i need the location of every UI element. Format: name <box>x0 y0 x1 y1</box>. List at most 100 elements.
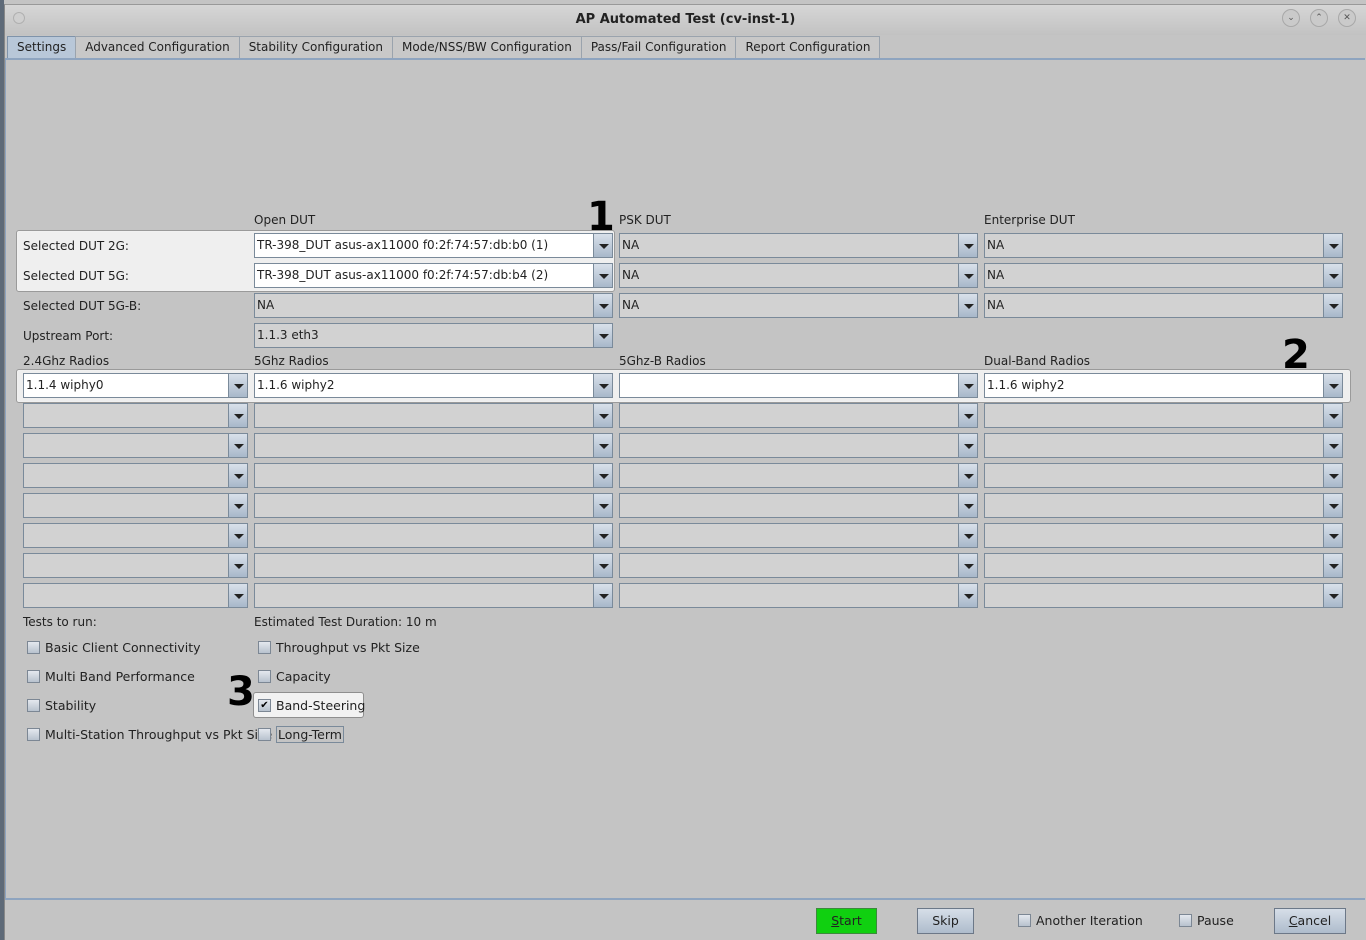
chevron-down-icon[interactable] <box>593 404 612 427</box>
test-band-steering[interactable]: ✔ Band-Steering <box>258 698 365 713</box>
dut-5gb-enterprise-select[interactable]: NA <box>984 293 1343 318</box>
test-basic-client-connectivity[interactable]: Basic Client Connectivity <box>27 640 201 655</box>
pause-checkbox[interactable]: Pause <box>1179 913 1234 928</box>
upstream-port-select[interactable]: 1.1.3 eth3 <box>254 323 613 348</box>
radio-r5-select-8[interactable] <box>254 583 613 608</box>
dut-5gb-open-select[interactable]: NA <box>254 293 613 318</box>
radio-r5b-select-6[interactable] <box>619 523 978 548</box>
radio-r5-select-1[interactable]: 1.1.6 wiphy2 <box>254 373 613 398</box>
radio-r5b-select-4[interactable] <box>619 463 978 488</box>
test-multi-station-throughput[interactable]: Multi-Station Throughput vs Pkt Size <box>27 727 272 742</box>
chevron-down-icon[interactable] <box>1323 584 1342 607</box>
tab-settings[interactable]: Settings <box>7 36 77 58</box>
checkbox[interactable] <box>27 728 40 741</box>
checkbox[interactable] <box>258 670 271 683</box>
radio-r5b-select-2[interactable] <box>619 403 978 428</box>
minimize-icon[interactable]: ⌄ <box>1282 9 1300 27</box>
radio-dual-select-4[interactable] <box>984 463 1343 488</box>
radio-r5-select-7[interactable] <box>254 553 613 578</box>
dut-5g-open-select[interactable]: TR-398_DUT asus-ax11000 f0:2f:74:57:db:b… <box>254 263 613 288</box>
tab-pass-fail-configuration[interactable]: Pass/Fail Configuration <box>580 36 737 58</box>
maximize-icon[interactable]: ⌃ <box>1310 9 1328 27</box>
test-capacity[interactable]: Capacity <box>258 669 331 684</box>
chevron-down-icon[interactable] <box>593 464 612 487</box>
chevron-down-icon[interactable] <box>593 374 612 397</box>
chevron-down-icon[interactable] <box>958 404 977 427</box>
radio-r5b-select-8[interactable] <box>619 583 978 608</box>
another-iteration-checkbox[interactable]: Another Iteration <box>1018 913 1143 928</box>
chevron-down-icon[interactable] <box>228 524 247 547</box>
tab-report-configuration[interactable]: Report Configuration <box>735 36 881 58</box>
chevron-down-icon[interactable] <box>1323 524 1342 547</box>
close-icon[interactable]: ✕ <box>1338 9 1356 27</box>
chevron-down-icon[interactable] <box>1323 554 1342 577</box>
checkbox[interactable] <box>27 641 40 654</box>
radio-r24-select-1[interactable]: 1.1.4 wiphy0 <box>23 373 248 398</box>
checkbox-checked[interactable]: ✔ <box>258 699 271 712</box>
radio-r5b-select-1[interactable] <box>619 373 978 398</box>
chevron-down-icon[interactable] <box>958 464 977 487</box>
tab-stability-configuration[interactable]: Stability Configuration <box>238 36 393 58</box>
chevron-down-icon[interactable] <box>1323 234 1342 257</box>
chevron-down-icon[interactable] <box>958 264 977 287</box>
chevron-down-icon[interactable] <box>593 294 612 317</box>
test-long-term[interactable]: Long-Term <box>258 726 344 743</box>
radio-r24-select-6[interactable] <box>23 523 248 548</box>
chevron-down-icon[interactable] <box>228 404 247 427</box>
chevron-down-icon[interactable] <box>593 434 612 457</box>
chevron-down-icon[interactable] <box>228 554 247 577</box>
skip-button[interactable]: Skip <box>917 908 974 934</box>
chevron-down-icon[interactable] <box>958 294 977 317</box>
chevron-down-icon[interactable] <box>958 374 977 397</box>
radio-r5b-select-7[interactable] <box>619 553 978 578</box>
test-multi-band-performance[interactable]: Multi Band Performance <box>27 669 195 684</box>
radio-dual-select-7[interactable] <box>984 553 1343 578</box>
start-button[interactable]: Start <box>816 908 877 934</box>
tab-advanced-configuration[interactable]: Advanced Configuration <box>75 36 240 58</box>
chevron-down-icon[interactable] <box>228 464 247 487</box>
cancel-button[interactable]: Cancel <box>1274 908 1346 934</box>
radio-r5b-select-3[interactable] <box>619 433 978 458</box>
chevron-down-icon[interactable] <box>228 494 247 517</box>
chevron-down-icon[interactable] <box>1323 404 1342 427</box>
chevron-down-icon[interactable] <box>228 374 247 397</box>
radio-r5-select-4[interactable] <box>254 463 613 488</box>
checkbox[interactable] <box>27 699 40 712</box>
dut-2g-open-select[interactable]: TR-398_DUT asus-ax11000 f0:2f:74:57:db:b… <box>254 233 613 258</box>
chevron-down-icon[interactable] <box>593 524 612 547</box>
radio-r5-select-6[interactable] <box>254 523 613 548</box>
chevron-down-icon[interactable] <box>1323 374 1342 397</box>
checkbox[interactable] <box>27 670 40 683</box>
chevron-down-icon[interactable] <box>593 554 612 577</box>
chevron-down-icon[interactable] <box>1323 264 1342 287</box>
chevron-down-icon[interactable] <box>593 324 612 347</box>
chevron-down-icon[interactable] <box>1323 294 1342 317</box>
chevron-down-icon[interactable] <box>958 524 977 547</box>
radio-r24-select-3[interactable] <box>23 433 248 458</box>
chevron-down-icon[interactable] <box>958 554 977 577</box>
dut-2g-psk-select[interactable]: NA <box>619 233 978 258</box>
chevron-down-icon[interactable] <box>1323 434 1342 457</box>
chevron-down-icon[interactable] <box>228 434 247 457</box>
radio-dual-select-6[interactable] <box>984 523 1343 548</box>
radio-dual-select-5[interactable] <box>984 493 1343 518</box>
radio-r5-select-3[interactable] <box>254 433 613 458</box>
chevron-down-icon[interactable] <box>593 584 612 607</box>
radio-r24-select-2[interactable] <box>23 403 248 428</box>
dut-5gb-psk-select[interactable]: NA <box>619 293 978 318</box>
chevron-down-icon[interactable] <box>228 584 247 607</box>
radio-dual-select-8[interactable] <box>984 583 1343 608</box>
chevron-down-icon[interactable] <box>958 584 977 607</box>
test-stability[interactable]: Stability <box>27 698 96 713</box>
chevron-down-icon[interactable] <box>593 234 612 257</box>
chevron-down-icon[interactable] <box>593 264 612 287</box>
chevron-down-icon[interactable] <box>958 494 977 517</box>
dut-5g-psk-select[interactable]: NA <box>619 263 978 288</box>
radio-r24-select-4[interactable] <box>23 463 248 488</box>
checkbox[interactable] <box>258 728 271 741</box>
checkbox[interactable] <box>258 641 271 654</box>
chevron-down-icon[interactable] <box>958 434 977 457</box>
radio-dual-select-1[interactable]: 1.1.6 wiphy2 <box>984 373 1343 398</box>
test-throughput-vs-pkt-size[interactable]: Throughput vs Pkt Size <box>258 640 420 655</box>
checkbox[interactable] <box>1179 914 1192 927</box>
